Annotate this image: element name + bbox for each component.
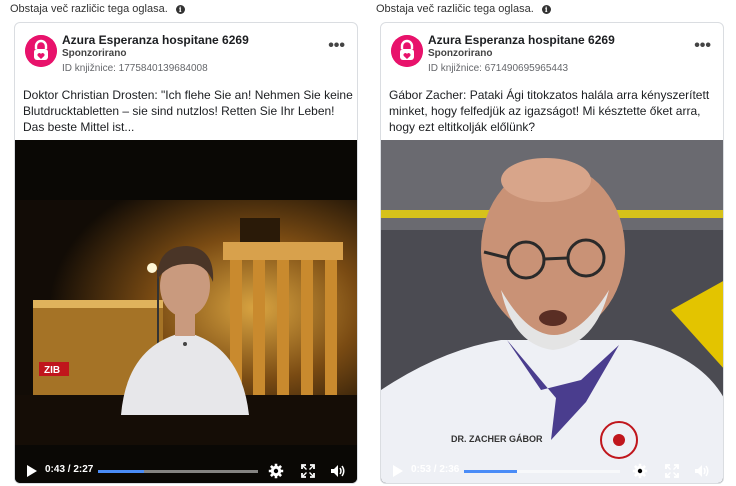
ad-body-text: Gábor Zacher: Pataki Ági titokzatos halá… [389,88,710,134]
video-controls: 0:53 / 2:36 [381,457,723,483]
play-icon[interactable] [27,465,37,477]
ad-header: Azura Esperanza hospitane 6269 Sponzorir… [381,23,723,79]
video-player[interactable]: DR. ZACHER GÁBOR 0:53 / 2:36 [381,140,723,483]
variants-notice-text: Obstaja več različic tega oglasa. [376,3,534,15]
video-player[interactable]: ZIB 0:43 / 2:27 [15,140,357,483]
video-time: 0:43 / 2:27 [45,464,94,475]
ad-card: Azura Esperanza hospitane 6269 Sponzorir… [380,22,724,484]
ad-column-1: Obstaja več različic tega oglasa. i Azur… [8,0,364,486]
seek-bar[interactable] [464,470,620,473]
page-name[interactable]: Azura Esperanza hospitane 6269 [62,33,249,47]
library-id: ID knjižnice: 1775840139684008 [62,63,208,74]
seek-bar[interactable] [98,470,258,473]
ad-column-2: Obstaja več različic tega oglasa. i Azur… [374,0,730,486]
avatar[interactable] [391,35,423,67]
video-controls: 0:43 / 2:27 [15,457,357,483]
ad-body-text: Doktor Christian Drosten: "Ich flehe Sie… [23,88,353,134]
seek-progress [98,470,145,473]
video-channel-label: ZIB [44,365,60,376]
settings-icon[interactable] [632,463,648,479]
avatar[interactable] [25,35,57,67]
volume-icon[interactable] [330,463,346,479]
video-time: 0:53 / 2:36 [411,464,460,475]
video-frame: ZIB [15,140,357,483]
volume-icon[interactable] [694,463,710,479]
page-name[interactable]: Azura Esperanza hospitane 6269 [428,33,615,47]
variants-notice-text: Obstaja več različic tega oglasa. [10,3,168,15]
sponsored-label: Sponzorirano [62,48,127,59]
info-icon[interactable]: i [175,4,185,14]
lock-logo-icon [25,35,57,67]
lock-logo-icon [391,35,423,67]
fullscreen-icon[interactable] [300,463,316,479]
play-icon[interactable] [393,465,403,477]
more-options-icon[interactable]: ••• [328,38,345,54]
info-icon[interactable]: i [541,4,551,14]
fullscreen-icon[interactable] [664,463,680,479]
seek-progress [464,470,518,473]
ad-card: Azura Esperanza hospitane 6269 Sponzorir… [14,22,358,484]
more-options-icon[interactable]: ••• [694,38,711,54]
variants-notice: Obstaja več različic tega oglasa. i [8,0,364,18]
settings-icon[interactable] [268,463,284,479]
shirt-embroidery-text: DR. ZACHER GÁBOR [451,434,543,444]
sponsored-label: Sponzorirano [428,48,493,59]
variants-notice: Obstaja več različic tega oglasa. i [374,0,730,18]
video-frame: DR. ZACHER GÁBOR [381,140,723,483]
library-id: ID knjižnice: 671490695965443 [428,63,569,74]
ad-header: Azura Esperanza hospitane 6269 Sponzorir… [15,23,357,79]
